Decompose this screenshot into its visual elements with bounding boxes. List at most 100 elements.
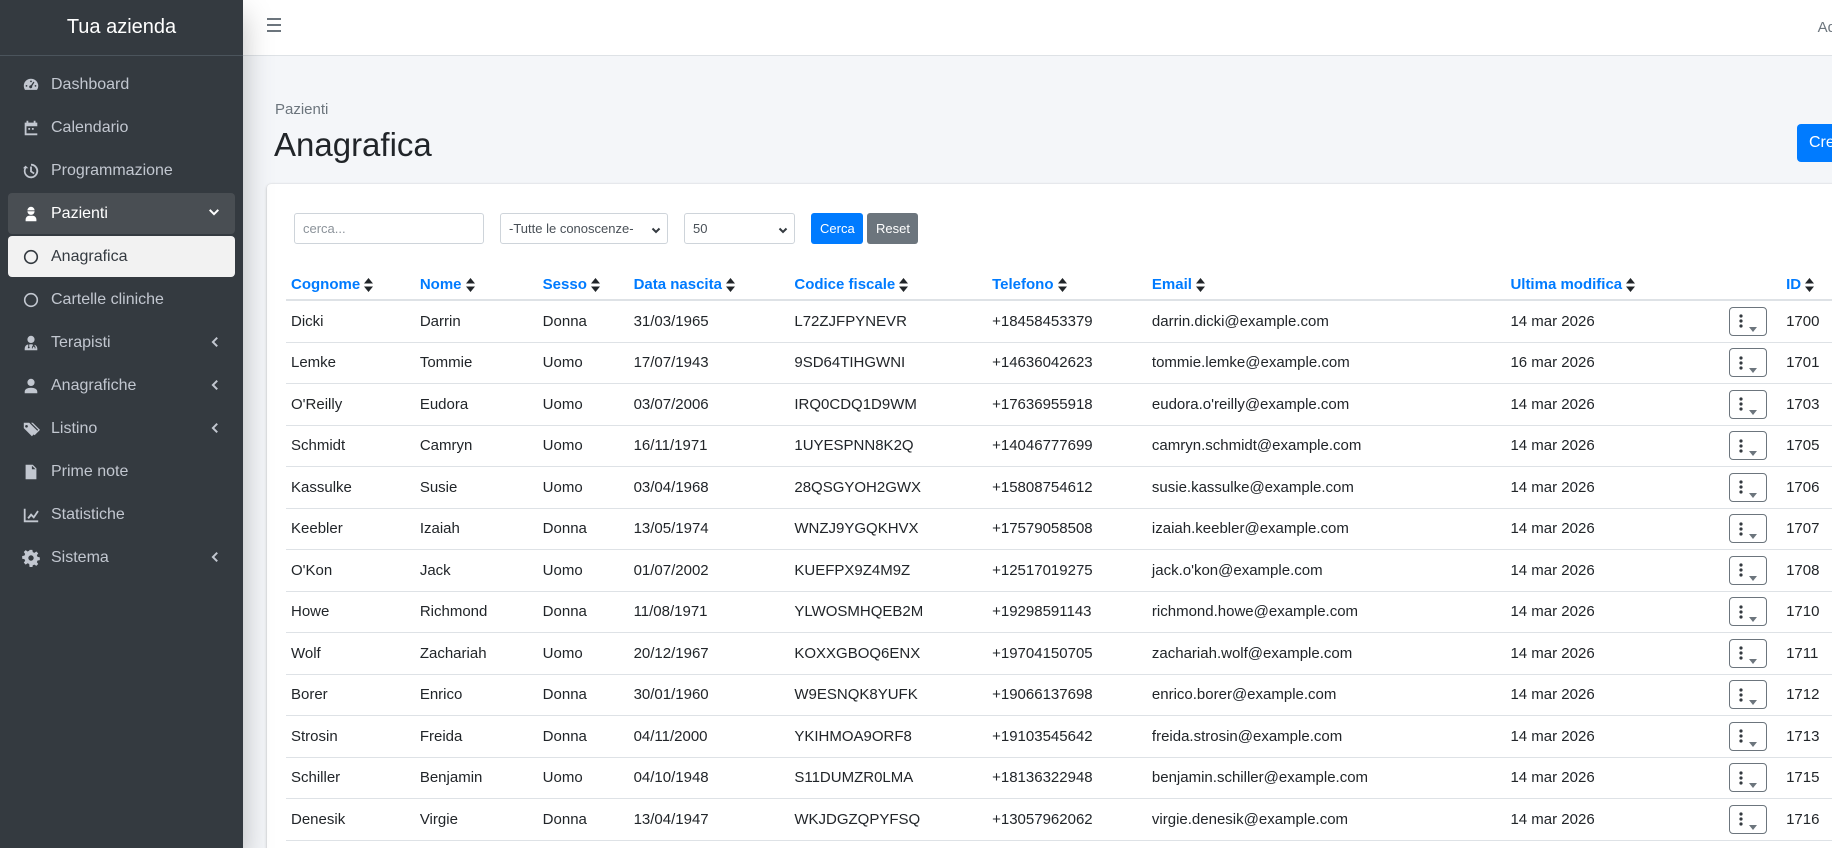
- cell-ultima-modifica: 14 mar 2026: [1510, 644, 1595, 662]
- sidebar-item-sistema[interactable]: Sistema: [8, 537, 235, 578]
- row-actions-button[interactable]: [1729, 389, 1768, 419]
- sort-icon: [725, 277, 735, 292]
- row-actions-button[interactable]: [1729, 804, 1768, 834]
- sidebar-item-programmazione[interactable]: Programmazione: [8, 150, 235, 191]
- row-actions-button[interactable]: [1729, 514, 1768, 544]
- cell-sesso: Donna: [542, 810, 587, 828]
- hamburger-menu-icon[interactable]: [267, 18, 285, 36]
- cell-nome: Freida: [419, 727, 463, 745]
- caret-down-icon: [1749, 485, 1758, 498]
- cell-ultima-modifica: 14 mar 2026: [1510, 520, 1595, 538]
- column-header-email[interactable]: Email: [1152, 276, 1511, 293]
- table-row: Wolf Zachariah Uomo 20/12/1967 KOXXGBOQ6ENX +…: [286, 633, 1832, 675]
- row-actions-button[interactable]: [1729, 638, 1768, 668]
- ellipsis-vertical-icon: [1739, 605, 1743, 619]
- cell-actions: [1729, 555, 1786, 585]
- cell-codice-fiscale: WKJDGZQPYFSQ: [794, 810, 921, 828]
- ellipsis-vertical-icon: [1739, 522, 1743, 536]
- cell-ultima-modifica: 14 mar 2026: [1510, 769, 1595, 787]
- patients-card: -Tutte le conoscenze- 50 Cerca Reset Cog…: [267, 184, 1832, 848]
- sidebar-item-anagrafica[interactable]: Anagrafica: [8, 236, 235, 277]
- sidebar-item-dashboard[interactable]: Dashboard: [8, 64, 235, 105]
- column-header-nome[interactable]: Nome: [420, 276, 543, 293]
- cell-actions: [1729, 389, 1786, 419]
- row-actions-button[interactable]: [1729, 431, 1768, 461]
- cell-id: 1703: [1786, 395, 1820, 413]
- cell-sesso: Donna: [542, 520, 587, 538]
- cell-email: camryn.schmidt@example.com: [1151, 437, 1362, 455]
- cell-actions: [1729, 638, 1786, 668]
- search-input[interactable]: [294, 213, 484, 244]
- cell-email: virgie.denesik@example.com: [1151, 810, 1349, 828]
- sidebar-item-calendario[interactable]: Calendario: [8, 107, 235, 148]
- cell-ultima-modifica: 14 mar 2026: [1510, 603, 1595, 621]
- cell-data-nascita: 13/04/1947: [633, 810, 709, 828]
- cell-nome: Eudora: [419, 395, 469, 413]
- table-row: Schiller Benjamin Uomo 04/10/1948 S11DUMZR0L…: [286, 758, 1832, 799]
- sidebar-item-listino[interactable]: Listino: [8, 408, 235, 449]
- row-actions-button[interactable]: [1729, 472, 1768, 502]
- cell-telefono: +18136322948: [992, 769, 1093, 787]
- column-header-cognome[interactable]: Cognome: [286, 276, 420, 293]
- cell-actions: [1729, 348, 1786, 378]
- sidebar-item-pazienti[interactable]: Pazienti: [8, 193, 235, 234]
- cell-telefono: +12517019275: [992, 561, 1093, 579]
- sort-icon: [1805, 277, 1815, 292]
- cell-cognome: Lemke: [291, 354, 337, 372]
- brand-name[interactable]: Tua azienda: [0, 0, 243, 56]
- column-header-label: Sesso: [542, 276, 587, 293]
- caret-down-icon: [1749, 360, 1758, 374]
- search-button[interactable]: Cerca: [811, 213, 863, 244]
- row-actions-button[interactable]: [1729, 306, 1768, 336]
- row-actions-button[interactable]: [1729, 680, 1768, 710]
- reset-button[interactable]: Reset: [867, 213, 918, 244]
- column-header-sesso[interactable]: Sesso: [543, 276, 634, 293]
- sidebar-item-terapisti[interactable]: Terapisti: [8, 322, 235, 363]
- table-row: Kassulke Susie Uomo 03/04/1968 28QSGYOH2GWX +…: [286, 467, 1832, 509]
- row-actions-button[interactable]: [1729, 721, 1768, 751]
- row-actions-button[interactable]: [1729, 555, 1768, 585]
- column-header-id[interactable]: ID: [1786, 276, 1832, 293]
- row-actions-button[interactable]: [1729, 348, 1768, 378]
- sidebar-item-statistiche[interactable]: Statistiche: [8, 494, 235, 535]
- caret-down-icon: [1749, 651, 1758, 664]
- cell-id: 1715: [1786, 769, 1820, 787]
- row-actions-button[interactable]: [1729, 763, 1768, 793]
- chevron-down-icon: [651, 223, 661, 234]
- chevron-left-icon: [207, 335, 221, 349]
- sort-icon: [364, 277, 374, 292]
- user-menu[interactable]: Ad: [1818, 19, 1832, 36]
- column-header-label: Telefono: [992, 276, 1054, 293]
- per-page-select[interactable]: 50: [684, 213, 795, 244]
- history-icon: [20, 160, 42, 182]
- cell-cognome: Borer: [291, 686, 328, 704]
- table-row: O'Reilly Eudora Uomo 03/07/2006 IRQ0CDQ1D9WM…: [286, 384, 1832, 426]
- cell-ultima-modifica: 14 mar 2026: [1510, 686, 1595, 704]
- row-actions-button[interactable]: [1729, 597, 1768, 627]
- ellipsis-vertical-icon: [1739, 563, 1743, 577]
- sidebar-item-anagrafiche[interactable]: Anagrafiche: [8, 365, 235, 406]
- cell-ultima-modifica: 14 mar 2026: [1510, 395, 1595, 413]
- create-button[interactable]: Crea: [1797, 124, 1832, 162]
- per-page-select-value: 50: [693, 221, 708, 236]
- cell-sesso: Uomo: [542, 561, 583, 579]
- cell-ultima-modifica: 14 mar 2026: [1510, 437, 1595, 455]
- cell-id: 1711: [1786, 644, 1819, 662]
- column-header-ultima-modifica[interactable]: Ultima modifica: [1510, 276, 1729, 293]
- table-body: Dicki Darrin Donna 31/03/1965 L72ZJFPYNEVR +1…: [286, 301, 1832, 841]
- column-header-label: Ultima modifica: [1510, 276, 1623, 293]
- cell-nome: Izaiah: [419, 520, 460, 538]
- sidebar-item-prime-note[interactable]: Prime note: [8, 451, 235, 492]
- cell-sesso: Uomo: [542, 437, 583, 455]
- cell-sesso: Donna: [542, 312, 587, 330]
- cell-data-nascita: 16/11/1971: [633, 437, 708, 455]
- column-header-data-nascita[interactable]: Data nascita: [634, 276, 795, 293]
- conoscenze-select[interactable]: -Tutte le conoscenze-: [500, 213, 668, 244]
- cell-data-nascita: 30/01/1960: [633, 686, 709, 704]
- cell-data-nascita: 11/08/1971: [633, 603, 708, 621]
- column-header-telefono[interactable]: Telefono: [992, 276, 1152, 293]
- cell-cognome: Schmidt: [291, 437, 346, 455]
- sidebar-item-cartelle-cliniche[interactable]: Cartelle cliniche: [8, 279, 235, 320]
- column-header-codice-fiscale[interactable]: Codice fiscale: [794, 276, 992, 293]
- cell-id: 1700: [1786, 312, 1820, 330]
